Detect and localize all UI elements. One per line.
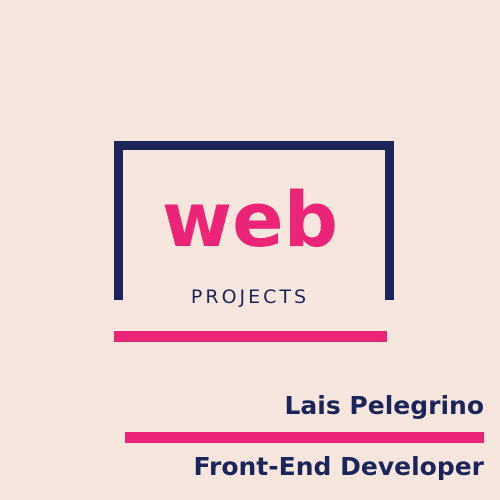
logo-underline — [114, 331, 387, 342]
cover-card: web PROJECTS Lais Pelegrino Front-End De… — [0, 0, 500, 500]
author-role: Front-End Developer — [193, 452, 484, 481]
logo-subtitle: PROJECTS — [190, 286, 310, 308]
logo-title: web — [161, 175, 339, 264]
author-name: Lais Pelegrino — [284, 391, 484, 420]
name-underline — [125, 432, 484, 443]
